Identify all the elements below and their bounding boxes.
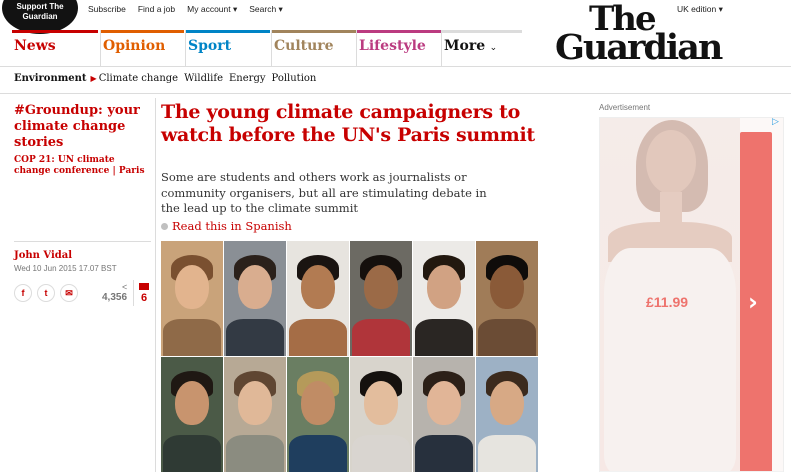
nav-item-sport[interactable]: Sport <box>186 30 270 66</box>
advertisement-label: Advertisement <box>599 103 651 112</box>
ad-overlay <box>600 118 783 472</box>
photo-body <box>289 435 347 472</box>
nav-divider <box>185 30 186 66</box>
photo-face <box>490 265 524 309</box>
email-icon[interactable]: ✉ <box>60 284 78 302</box>
top-links: Subscribe Find a job My account ▾ Search… <box>88 4 283 15</box>
photo-face <box>238 265 272 309</box>
read-in-spanish-link[interactable]: Read this in Spanish <box>161 219 292 233</box>
photo-face <box>364 265 398 309</box>
photo-face <box>175 381 209 425</box>
edition-selector[interactable]: UK edition ▾ <box>677 4 723 15</box>
support-line-1: Support The <box>16 2 64 11</box>
bullet-icon <box>161 222 168 230</box>
comment-icon[interactable] <box>139 283 149 290</box>
photo-face <box>301 381 335 425</box>
meta-divider <box>14 241 151 242</box>
share-count: 4,356 <box>102 292 128 303</box>
campaigner-photo <box>161 357 223 472</box>
subnav-item-pollution[interactable]: Pollution <box>272 73 317 84</box>
support-button[interactable]: Support The Guardian <box>2 0 78 34</box>
nav-divider <box>271 30 272 66</box>
photo-body <box>289 319 347 356</box>
photo-body <box>226 435 284 472</box>
photo-face <box>427 381 461 425</box>
adchoices-icon[interactable]: ▷ <box>772 117 779 127</box>
photo-body <box>352 319 410 356</box>
nav-divider <box>356 30 357 66</box>
subnav-item-climate-change[interactable]: Climate change <box>99 73 178 84</box>
photo-body <box>415 435 473 472</box>
subscribe-link[interactable]: Subscribe <box>88 4 126 15</box>
nav-divider <box>441 30 442 66</box>
nav-label-culture: Culture <box>274 38 334 54</box>
nav-label-sport: Sport <box>188 38 232 54</box>
nav-item-more[interactable]: More ⌄ <box>442 30 522 66</box>
photo-face <box>490 381 524 425</box>
photo-face <box>301 265 335 309</box>
author-link[interactable]: John Vidal <box>14 250 72 261</box>
photo-body <box>163 435 221 472</box>
main-nav: News Opinion Sport Culture Lifestyle Mor… <box>0 30 791 66</box>
nav-label-opinion: Opinion <box>103 38 166 54</box>
photo-body <box>415 319 473 356</box>
section-subnav: Environment ▶ Climate change Wildlife En… <box>14 73 322 84</box>
nav-label-more: More <box>444 38 486 54</box>
campaigner-photo <box>287 241 349 356</box>
publish-date: Wed 10 Jun 2015 17.07 BST <box>14 264 117 273</box>
campaigner-photo <box>413 241 475 356</box>
find-a-job-link[interactable]: Find a job <box>138 4 175 15</box>
campaigner-photo <box>413 357 475 472</box>
campaigners-photo-grid[interactable] <box>161 241 538 472</box>
photo-body <box>478 319 536 356</box>
series-title-link[interactable]: #Groundup: your climate change stories <box>14 103 149 151</box>
chevron-down-icon: ⌄ <box>489 43 498 53</box>
photo-face <box>175 265 209 309</box>
nav-label-news: News <box>14 38 56 54</box>
facebook-icon[interactable]: f <box>14 284 32 302</box>
subnav-bottom-rule <box>0 93 791 94</box>
share-icon: < <box>122 282 128 292</box>
photo-body <box>226 319 284 356</box>
top-bar: Support The Guardian Subscribe Find a jo… <box>0 0 791 34</box>
subnav-section-environment[interactable]: Environment <box>14 73 87 84</box>
nav-item-culture[interactable]: Culture <box>272 30 356 66</box>
photo-body <box>478 435 536 472</box>
nav-bottom-rule <box>0 66 791 67</box>
campaigner-photo <box>350 357 412 472</box>
campaigner-photo <box>476 357 538 472</box>
photo-body <box>352 435 410 472</box>
nav-item-news[interactable]: News <box>12 30 98 66</box>
photo-face <box>238 381 272 425</box>
photo-body <box>163 319 221 356</box>
read-in-spanish-label: Read this in Spanish <box>172 219 292 233</box>
subnav-item-energy[interactable]: Energy <box>229 73 266 84</box>
twitter-icon[interactable]: t <box>37 284 55 302</box>
photo-face <box>364 381 398 425</box>
nav-divider <box>100 30 101 66</box>
nav-item-lifestyle[interactable]: Lifestyle <box>357 30 441 66</box>
campaigner-photo <box>287 357 349 472</box>
search-link[interactable]: Search ▾ <box>249 4 283 15</box>
campaigner-photo <box>224 357 286 472</box>
campaigner-photo <box>476 241 538 356</box>
comment-count[interactable]: 6 <box>141 292 147 304</box>
active-arrow-icon: ▶ <box>90 74 97 83</box>
support-line-2: Guardian <box>22 12 58 21</box>
photo-face <box>427 265 461 309</box>
nav-label-lifestyle: Lifestyle <box>359 38 426 54</box>
series-subtitle-link[interactable]: COP 21: UN climate change conference | P… <box>14 155 149 177</box>
article-headline: The young climate campaigners to watch b… <box>161 101 535 146</box>
campaigner-photo <box>350 241 412 356</box>
my-account-link[interactable]: My account ▾ <box>187 4 237 15</box>
subnav-item-wildlife[interactable]: Wildlife <box>184 73 223 84</box>
column-divider <box>155 98 156 472</box>
nav-item-opinion[interactable]: Opinion <box>101 30 184 66</box>
article-meta-column: #Groundup: your climate change stories C… <box>14 103 149 177</box>
article-standfirst: Some are students and others work as jou… <box>161 170 487 215</box>
campaigner-photo <box>224 241 286 356</box>
meta-divider-vertical <box>133 280 134 306</box>
campaigner-photo <box>161 241 223 356</box>
